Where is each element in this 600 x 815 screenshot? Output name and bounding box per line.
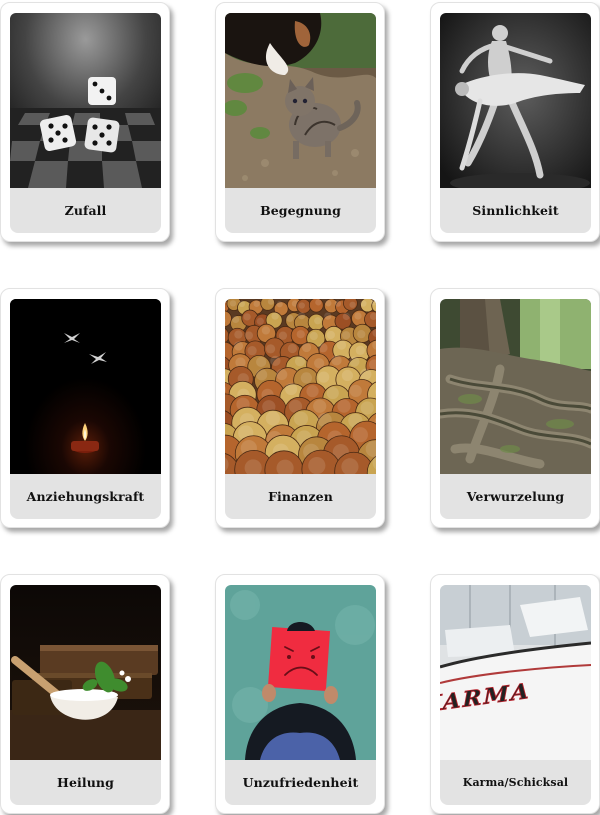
- coins-photo: [225, 299, 376, 474]
- card-karma-schicksal[interactable]: KARMA Karma/Schicksal: [430, 574, 600, 814]
- card-label: Finanzen: [268, 489, 333, 504]
- moths-candle-photo: [10, 299, 161, 474]
- card-label: Anziehungskraft: [26, 489, 145, 504]
- card-label: Heilung: [57, 775, 114, 790]
- card-label-box: Verwurzelung: [440, 474, 591, 519]
- kitten-and-dog-photo: [225, 13, 376, 188]
- dice-photo: [10, 13, 161, 188]
- card-label-box: Sinnlichkeit: [440, 188, 591, 233]
- card-label: Verwurzelung: [466, 489, 565, 504]
- card-zufall[interactable]: Zufall: [0, 2, 170, 242]
- card-heilung[interactable]: Heilung: [0, 574, 170, 814]
- card-anziehungskraft[interactable]: Anziehungskraft: [0, 288, 170, 528]
- tree-roots-photo: [440, 299, 591, 474]
- karma-boat-photo: KARMA: [440, 585, 591, 760]
- mortar-herbs-photo: [10, 585, 161, 760]
- card-label: Sinnlichkeit: [472, 203, 559, 218]
- card-label-box: Unzufriedenheit: [225, 760, 376, 805]
- card-label-box: Anziehungskraft: [10, 474, 161, 519]
- card-label-box: Karma/Schicksal: [440, 760, 591, 805]
- card-sinnlichkeit[interactable]: Sinnlichkeit: [430, 2, 600, 242]
- card-label: Karma/Schicksal: [462, 776, 569, 789]
- card-unzufriedenheit[interactable]: Unzufriedenheit: [215, 574, 385, 814]
- card-label: Zufall: [64, 203, 107, 218]
- card-label-box: Heilung: [10, 760, 161, 805]
- card-verwurzelung[interactable]: Verwurzelung: [430, 288, 600, 528]
- card-label: Begegnung: [260, 203, 341, 218]
- card-label-box: Finanzen: [225, 474, 376, 519]
- card-label-box: Begegnung: [225, 188, 376, 233]
- card-begegnung[interactable]: Begegnung: [215, 2, 385, 242]
- card-label: Unzufriedenheit: [242, 775, 359, 790]
- card-label-box: Zufall: [10, 188, 161, 233]
- dancers-photo: [440, 13, 591, 188]
- card-finanzen[interactable]: Finanzen: [215, 288, 385, 528]
- sad-face-sign-photo: [225, 585, 376, 760]
